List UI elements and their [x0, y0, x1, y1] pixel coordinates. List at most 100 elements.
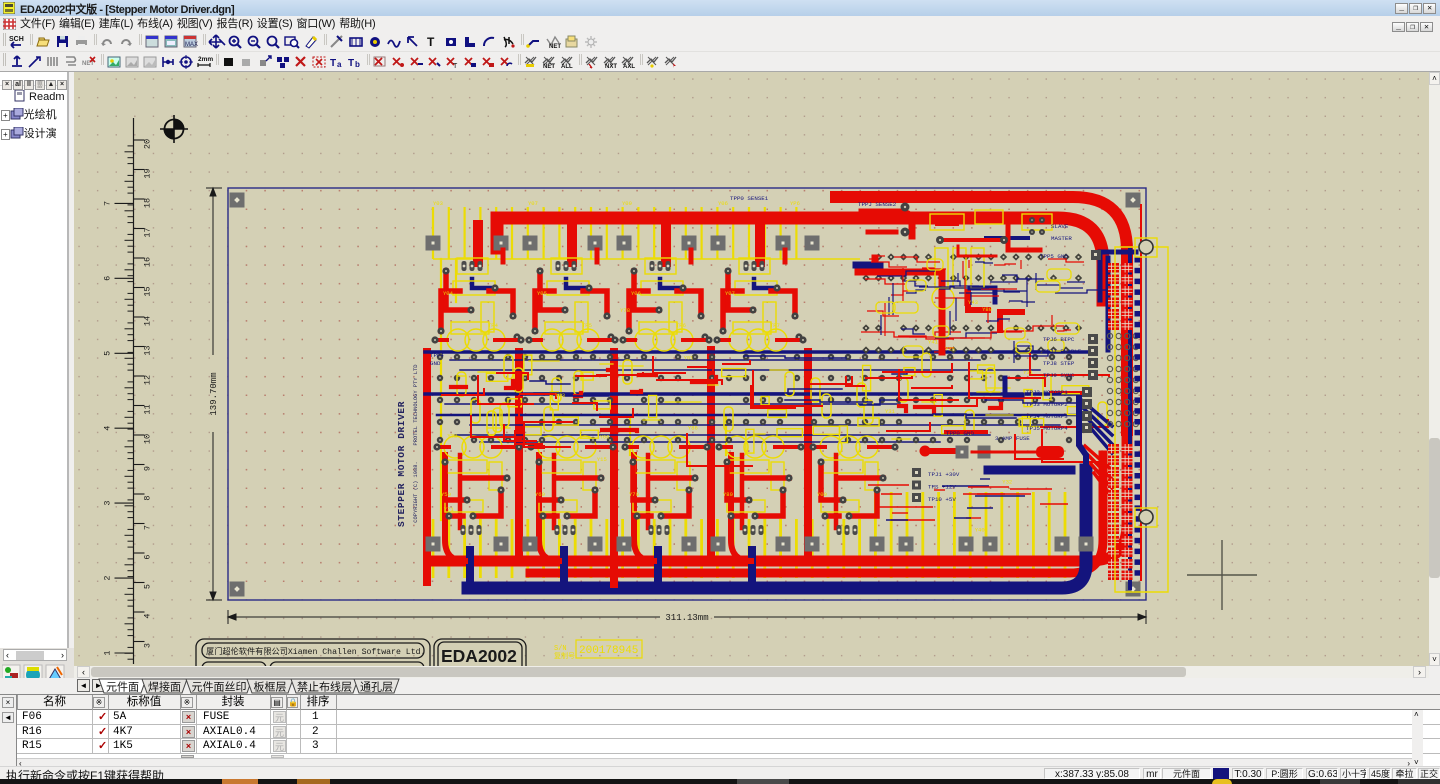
svg-text:Y32: Y32 [1002, 478, 1012, 485]
svg-text:139.70mm: 139.70mm [209, 372, 219, 415]
svg-text:5: 5 [103, 351, 113, 356]
svg-text:17: 17 [143, 227, 153, 237]
svg-text:TPJ3 MOTORP2: TPJ3 MOTORP2 [1026, 401, 1068, 408]
svg-text:TP10 +5V: TP10 +5V [928, 496, 956, 503]
svg-text:Y32: Y32 [447, 433, 457, 440]
svg-text:Y41: Y41 [928, 339, 939, 346]
svg-text:TPJ4 MOTORP3: TPJ4 MOTORP3 [1026, 413, 1068, 420]
svg-text:TPJ1 +30V: TPJ1 +30V [928, 471, 960, 478]
svg-text:GND: GND [430, 360, 441, 367]
svg-text:11: 11 [143, 404, 153, 414]
svg-text:Y00: Y00 [817, 491, 827, 498]
svg-text:T: T [330, 58, 336, 69]
svg-text:2: 2 [103, 576, 113, 581]
svg-text:Y06: Y06 [631, 290, 641, 297]
svg-text:Y09: Y09 [622, 200, 632, 207]
svg-text:TPJ8 STEP: TPJ8 STEP [1043, 360, 1075, 367]
svg-text:复制号: 复制号 [554, 651, 575, 661]
svg-text:T: T [348, 58, 354, 69]
svg-text:TPPJ SENSE2: TPPJ SENSE2 [858, 201, 897, 208]
svg-text:TPJ2 MOTORP1: TPJ2 MOTORP1 [1026, 389, 1068, 396]
svg-text:STEPPER MOTOR DRIVER: STEPPER MOTOR DRIVER [396, 401, 407, 527]
svg-text:TP4: TP4 [488, 322, 499, 329]
svg-text:Y31: Y31 [885, 408, 896, 415]
svg-text:9: 9 [143, 466, 153, 471]
svg-text:Y06: Y06 [718, 200, 728, 207]
svg-text:10: 10 [143, 434, 153, 444]
svg-text:TPJ9 SYNC: TPJ9 SYNC [1043, 372, 1075, 379]
svg-text:YP6: YP6 [790, 200, 800, 207]
svg-text:SCH: SCH [9, 36, 24, 43]
svg-text:Y40: Y40 [975, 526, 985, 533]
svg-text:Y70: Y70 [629, 491, 639, 498]
svg-text:Y05: Y05 [537, 290, 547, 297]
svg-text:TPP0 GND: TPP0 GND [946, 430, 974, 437]
svg-text:T: T [427, 35, 435, 49]
svg-text:TPJ7 ENABLE: TPJ7 ENABLE [1043, 348, 1082, 355]
svg-text:COPYRIGHT (C) 1988.: COPYRIGHT (C) 1988. [413, 461, 419, 522]
svg-text:3: 3 [143, 643, 153, 648]
svg-text:T: T [453, 63, 458, 69]
svg-text:2mm: 2mm [198, 56, 213, 63]
svg-text:Y25: Y25 [945, 346, 955, 353]
svg-text:NXT: NXT [605, 64, 617, 69]
svg-text:TPP5 GND: TPP5 GND [1040, 253, 1068, 260]
svg-text:Y43: Y43 [968, 299, 978, 306]
svg-text:Y04: Y04 [443, 290, 454, 297]
svg-text:TPJ5 MOTORP4: TPJ5 MOTORP4 [1026, 425, 1068, 432]
svg-text:4: 4 [103, 426, 113, 431]
svg-text:Y78: Y78 [620, 307, 630, 314]
svg-text:7: 7 [103, 201, 113, 206]
svg-text:7: 7 [143, 525, 153, 530]
svg-text:ALL: ALL [561, 64, 573, 69]
svg-text:1: 1 [103, 650, 113, 655]
svg-text:AXL: AXL [623, 64, 635, 69]
svg-text:TP5: TP5 [582, 322, 592, 329]
svg-text:15: 15 [143, 286, 153, 296]
svg-text:通孔层: 通孔层 [360, 681, 393, 694]
svg-text:6: 6 [143, 554, 153, 559]
svg-text:Y93: Y93 [555, 392, 565, 399]
svg-text:8: 8 [143, 495, 153, 500]
svg-text:Y07: Y07 [528, 200, 538, 207]
svg-text:元件面丝印: 元件面丝印 [192, 681, 247, 694]
svg-text:MAX: MAX [185, 42, 198, 48]
svg-text:311.13mm: 311.13mm [665, 613, 708, 623]
svg-text:Y71: Y71 [444, 506, 455, 513]
svg-text:3: 3 [103, 501, 113, 506]
svg-text:PROTEL TECHNOLOGY PTY LTD: PROTEL TECHNOLOGY PTY LTD [413, 365, 419, 446]
svg-text:Y03: Y03 [433, 200, 443, 207]
svg-text:NET: NET [543, 64, 555, 69]
svg-text:Y50: Y50 [441, 491, 451, 498]
svg-text:18: 18 [143, 198, 153, 208]
svg-text:焊接面: 焊接面 [148, 680, 181, 694]
svg-text:19: 19 [143, 168, 153, 178]
svg-text:TPP0 SENSE1: TPP0 SENSE1 [730, 195, 769, 202]
svg-text:a: a [337, 60, 342, 69]
svg-text:20: 20 [143, 139, 153, 149]
svg-text:4: 4 [143, 613, 153, 618]
svg-text:S/N: S/N [554, 645, 567, 653]
svg-text:NET: NET [82, 61, 94, 67]
svg-text:TP7: TP7 [770, 322, 780, 329]
svg-text:TPS +12V: TPS +12V [928, 484, 956, 491]
svg-text:EDA2002: EDA2002 [441, 646, 517, 666]
svg-text:SLAVE: SLAVE [1051, 223, 1069, 230]
svg-text:14: 14 [143, 316, 153, 326]
svg-text:Y07: Y07 [725, 290, 735, 297]
svg-text:TPJ6 BIPC: TPJ6 BIPC [1043, 336, 1075, 343]
svg-text:6: 6 [103, 276, 113, 281]
svg-text:Y60: Y60 [535, 491, 545, 498]
svg-text:禁止布线层: 禁止布线层 [297, 680, 352, 694]
svg-text:Y86: Y86 [688, 425, 698, 432]
svg-text:Y15: Y15 [597, 456, 607, 463]
svg-text:Y68: Y68 [600, 433, 610, 440]
svg-text:16: 16 [143, 257, 153, 267]
svg-text:b: b [355, 60, 360, 69]
svg-text:Y80: Y80 [982, 306, 992, 313]
svg-text:13: 13 [143, 345, 153, 355]
svg-text:Y31: Y31 [1023, 369, 1034, 376]
svg-text:3 AMP FUSE: 3 AMP FUSE [995, 435, 1030, 442]
svg-text:MASTER: MASTER [1051, 235, 1072, 242]
svg-text:板框层: 板框层 [254, 680, 287, 694]
